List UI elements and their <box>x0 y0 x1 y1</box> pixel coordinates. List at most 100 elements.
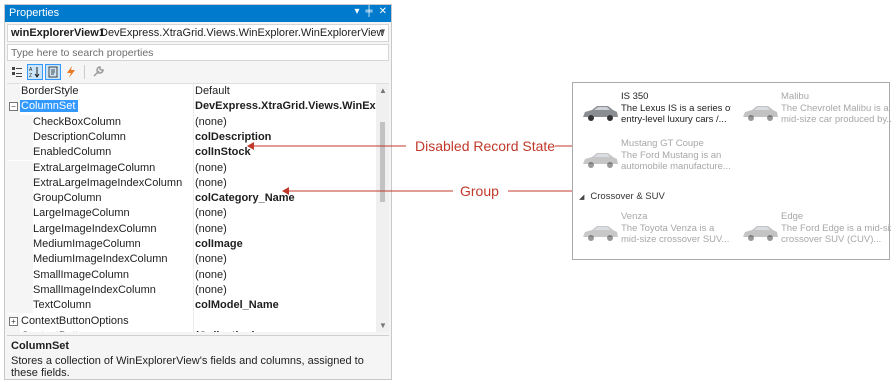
object-selector[interactable]: winExplorerView1 DevExpress.XtraGrid.Vie… <box>7 24 389 42</box>
pin-icon[interactable]: ╪ <box>366 6 373 17</box>
item-title: Edge <box>781 211 804 222</box>
row-gutter <box>7 175 33 192</box>
property-value[interactable]: (none) <box>195 253 379 265</box>
item-title: Mustang GT Coupe <box>621 138 704 149</box>
property-value[interactable]: Default <box>195 85 379 97</box>
property-row[interactable]: GroupColumn colCategory_Name <box>7 191 389 207</box>
collapse-icon[interactable]: − <box>9 102 18 112</box>
property-value[interactable]: colImage <box>195 238 379 250</box>
item-description: mid-size crossover SUV... <box>621 234 730 245</box>
property-row[interactable]: ExtraLargeImageColumn (none) <box>7 160 389 176</box>
description-title: ColumnSet <box>11 340 70 352</box>
car-icon <box>743 226 778 241</box>
property-row[interactable]: + ContextButtonOptions <box>7 313 389 329</box>
property-row[interactable]: BorderStyle Default <box>7 84 389 100</box>
item-description: The Chevrolet Malibu is a <box>781 102 889 114</box>
window-position-dropdown-icon[interactable]: ▾ <box>354 6 359 17</box>
property-value[interactable]: (Collection) <box>195 330 379 332</box>
events-button[interactable] <box>63 64 79 80</box>
property-name: TextColumn <box>33 299 92 312</box>
property-value[interactable]: colCategory_Name <box>195 192 379 204</box>
item-text: IS 350 The Lexus IS is a series of entry-l… <box>621 91 731 126</box>
scroll-down-icon[interactable]: ▼ <box>379 321 387 330</box>
property-grid: BorderStyle Default − ColumnSet DevExpress.X… <box>7 83 389 332</box>
property-row[interactable]: ContextButtons(Collection) <box>7 328 389 332</box>
alphabetical-button[interactable]: A Z <box>27 64 43 80</box>
explorer-item-disabled[interactable]: Venza The Toyota Venza is a mid-size cross… <box>581 211 731 255</box>
property-pages-button[interactable] <box>90 64 106 80</box>
property-name: CheckBoxColumn <box>33 115 122 128</box>
property-value[interactable]: (none) <box>195 116 379 128</box>
object-name: winExplorerView1 <box>11 27 105 39</box>
property-value[interactable]: (none) <box>195 207 379 219</box>
group-label: Crossover & SUV <box>590 191 665 202</box>
close-icon[interactable]: ✕ <box>379 6 387 17</box>
properties-titlebar: Properties ▾ ╪ ✕ <box>5 5 391 22</box>
property-row[interactable]: TextColumn colModel_Name <box>7 298 389 314</box>
explorer-item-disabled[interactable]: Malibu The Chevrolet Malibu is a mid-size … <box>741 91 891 135</box>
property-value[interactable]: (none) <box>195 284 379 296</box>
property-row[interactable]: LargeImageIndexColumn (none) <box>7 221 389 237</box>
property-value[interactable]: DevExpress.XtraGrid.Views.WinExplorer.\ <box>195 100 379 112</box>
property-value[interactable]: (none) <box>195 162 379 174</box>
property-row[interactable]: MediumImageIndexColumn (none) <box>7 252 389 268</box>
property-row[interactable]: SmallImageColumn (none) <box>7 267 389 283</box>
explorer-item[interactable]: IS 350 The Lexus IS is a series of entry-l… <box>581 91 731 135</box>
wrench-icon <box>93 66 104 77</box>
item-description: The Lexus IS is a series of <box>621 102 731 114</box>
row-gutter <box>7 237 33 253</box>
property-name: ExtraLargeImageIndexColumn <box>33 176 183 189</box>
property-value[interactable]: colModel_Name <box>195 299 379 311</box>
row-gutter <box>7 114 33 130</box>
car-icon <box>583 226 618 241</box>
property-row[interactable]: SmallImageIndexColumn (none) <box>7 282 389 299</box>
categorized-button[interactable] <box>9 64 25 80</box>
expand-icon[interactable]: + <box>9 316 18 326</box>
property-name: EnabledColumn <box>33 146 112 159</box>
property-value[interactable]: (none) <box>195 223 379 235</box>
row-gutter <box>7 282 33 299</box>
explorer-item-disabled[interactable]: Edge The Ford Edge is a mid-size crossover… <box>741 211 891 255</box>
explorer-item-disabled[interactable]: Mustang GT Coupe The Ford Mustang is an au… <box>581 138 731 182</box>
property-row[interactable]: − ColumnSet DevExpress.XtraGrid.Views.WinE… <box>7 99 389 115</box>
description-text: Stores a collection of WinExplorerView's… <box>11 355 364 379</box>
property-value[interactable]: (none) <box>195 269 379 281</box>
property-row[interactable]: MediumImageColumn colImage <box>7 237 389 253</box>
group-row[interactable]: ◢ Crossover & SUV <box>579 191 665 202</box>
item-description: The Ford Mustang is an <box>621 149 722 161</box>
row-gutter <box>7 160 33 176</box>
row-gutter <box>7 267 33 283</box>
search-input[interactable] <box>8 45 394 61</box>
row-gutter <box>7 129 33 146</box>
property-name: LargeImageIndexColumn <box>33 222 157 235</box>
property-row[interactable]: CheckBoxColumn (none) <box>7 114 389 130</box>
chevron-down-icon[interactable]: ▾ <box>380 26 385 37</box>
item-text: Edge The Ford Edge is a mid-size crossover… <box>781 211 891 246</box>
property-name: MediumImageIndexColumn <box>33 253 168 266</box>
property-value[interactable]: colDescription <box>195 131 379 143</box>
property-name: ContextButtons <box>21 330 192 332</box>
object-type: DevExpress.XtraGrid.Views.WinExplorer.Wi… <box>100 27 385 39</box>
vertical-scrollbar[interactable]: ▲ ▼ <box>376 84 389 332</box>
row-gutter <box>7 84 20 100</box>
property-value[interactable]: (none) <box>195 177 379 189</box>
property-search-box[interactable] <box>7 44 394 61</box>
properties-button[interactable] <box>45 64 61 80</box>
alphabetical-icon: A Z <box>29 67 40 78</box>
row-gutter <box>7 298 33 314</box>
collapse-triangle-icon[interactable]: ◢ <box>579 194 584 201</box>
scroll-up-icon[interactable]: ▲ <box>379 86 387 95</box>
property-row[interactable]: EnabledColumn colInStock <box>7 145 389 161</box>
column-splitter[interactable] <box>193 84 194 332</box>
property-row[interactable]: LargeImageColumn (none) <box>7 206 389 222</box>
item-title: Malibu <box>781 91 809 102</box>
toolbar-separator <box>84 65 85 79</box>
description-panel: ColumnSet Stores a collection of WinExpl… <box>7 335 389 379</box>
property-value[interactable]: colInStock <box>195 146 379 158</box>
item-text: Mustang GT Coupe The Ford Mustang is an au… <box>621 138 731 173</box>
callout-disabled-record-state: Disabled Record State <box>415 138 556 154</box>
property-row[interactable]: ExtraLargeImageIndexColumn (none) <box>7 175 389 192</box>
row-gutter <box>7 145 33 161</box>
scrollbar-thumb[interactable] <box>380 122 385 202</box>
property-row[interactable]: DescriptionColumn colDescription <box>7 129 389 146</box>
